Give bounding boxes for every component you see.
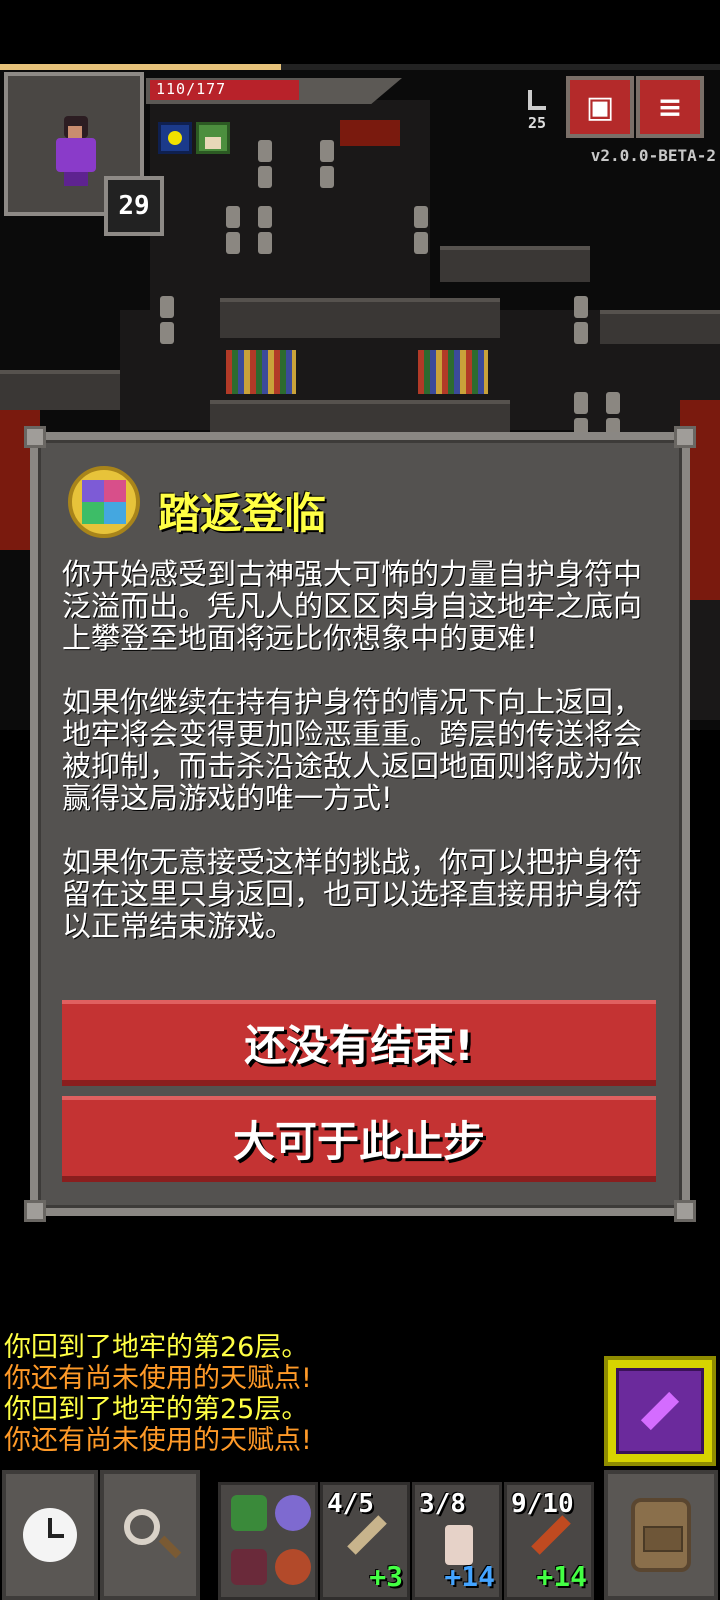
journal-icon: ▣: [585, 89, 615, 125]
health-text: 110/177: [156, 80, 227, 98]
dungeon-wall: [0, 370, 120, 410]
menu-icon: ≡: [657, 89, 683, 125]
experience-bar: [0, 64, 720, 70]
dialog-paragraph: 如果你无意接受这样的挑战，你可以把护身符留在这里只身返回，也可以选择直接用护身符…: [62, 845, 643, 943]
clock-icon: [23, 1508, 77, 1562]
quickslot-charges: 9/10: [511, 1489, 574, 1519]
amulet-of-yendor-icon: [68, 466, 140, 538]
log-entry: 你还有尚未使用的天赋点!: [4, 1425, 312, 1456]
dialog-paragraph: 你开始感受到古神强大可怖的力量自护身符中泛溢而出。凭凡人的区区肉身自这地牢之底向…: [62, 557, 643, 655]
magnifier-icon: [124, 1509, 160, 1545]
dungeon-wall: [600, 310, 720, 344]
wait-button[interactable]: [2, 1470, 98, 1600]
dialog-title: 踏返登临: [158, 489, 327, 538]
pillar: [226, 206, 240, 228]
herb-buff-icon[interactable]: [196, 122, 230, 154]
dialog-body: 你开始感受到古神强大可怖的力量自护身符中泛溢而出。凭凡人的区区肉身自这地牢之底向…: [62, 558, 652, 974]
spell-icon: [616, 1368, 704, 1454]
log-entry: 你回到了地牢的第25层。: [4, 1394, 309, 1425]
pillar: [320, 140, 334, 162]
stop-here-button[interactable]: 大可于此止步: [62, 1096, 656, 1182]
pillar: [414, 206, 428, 228]
quickslot-bonus: +14: [444, 1560, 495, 1593]
banner-decoration: [226, 350, 296, 394]
log-entry: 你还有尚未使用的天赋点!: [4, 1363, 312, 1394]
log-entry: 你回到了地牢的第26层。: [4, 1332, 309, 1363]
banner-decoration: [418, 350, 488, 394]
experience-bar-fill: [0, 64, 281, 70]
quickslot-bonus: +14: [536, 1560, 587, 1593]
spell-quickslot[interactable]: [604, 1356, 716, 1466]
dungeon-wall: [440, 246, 590, 282]
pillar: [606, 392, 620, 414]
continue-button[interactable]: 还没有结束!: [62, 1000, 656, 1086]
quickslot-bonus: +3: [369, 1560, 403, 1593]
armor-icon: [445, 1525, 473, 1565]
depth-stairs-icon: [528, 90, 546, 110]
quickslot-2[interactable]: 3/8 +14: [412, 1482, 502, 1600]
potion-icon[interactable]: [275, 1495, 311, 1531]
wand-icon: [531, 1515, 571, 1555]
search-button[interactable]: [100, 1470, 200, 1600]
quickslot-3[interactable]: 9/10 +14: [504, 1482, 594, 1600]
pillar: [574, 296, 588, 318]
backpack-icon: [631, 1498, 691, 1572]
dialog-paragraph: 如果你继续在持有护身符的情况下向上返回，地牢将会变得更加险恶重重。跨层的传送将会…: [62, 685, 643, 815]
version-label: v2.0.0-BETA-2: [590, 146, 716, 165]
wand-icon: [347, 1515, 387, 1555]
pillar: [258, 140, 272, 162]
pillar: [574, 392, 588, 414]
bless-buff-icon[interactable]: [158, 122, 192, 154]
ascension-dialog: 踏返登临 你开始感受到古神强大可怖的力量自护身符中泛溢而出。凭凡人的区区肉身自这…: [24, 426, 696, 1222]
depth-indicator: 25: [527, 114, 547, 132]
hero-sprite: [52, 116, 100, 186]
food-icon[interactable]: [275, 1549, 311, 1585]
lava-tile: [340, 120, 400, 146]
game-screen: 29 110/177 25 ▣ ≡ v2.0.0-BETA-2 踏返登临 你开始…: [0, 0, 720, 1600]
dungeon-wall: [220, 298, 500, 338]
message-log: 你回到了地牢的第26层。 你还有尚未使用的天赋点! 你回到了地牢的第25层。 你…: [4, 1332, 312, 1456]
hero-level-badge: 29: [104, 176, 164, 236]
swap-icon[interactable]: [231, 1495, 267, 1531]
quick-items-grid[interactable]: [218, 1482, 318, 1600]
pillar: [160, 296, 174, 318]
pillar: [258, 206, 272, 228]
spellbook-icon[interactable]: [231, 1549, 267, 1585]
menu-button[interactable]: ≡: [636, 76, 704, 138]
backpack-button[interactable]: [604, 1470, 718, 1600]
quickslot-charges: 4/5: [327, 1489, 374, 1519]
quickslot-1[interactable]: 4/5 +3: [320, 1482, 410, 1600]
journal-button[interactable]: ▣: [566, 76, 634, 138]
quickslot-charges: 3/8: [419, 1489, 466, 1519]
